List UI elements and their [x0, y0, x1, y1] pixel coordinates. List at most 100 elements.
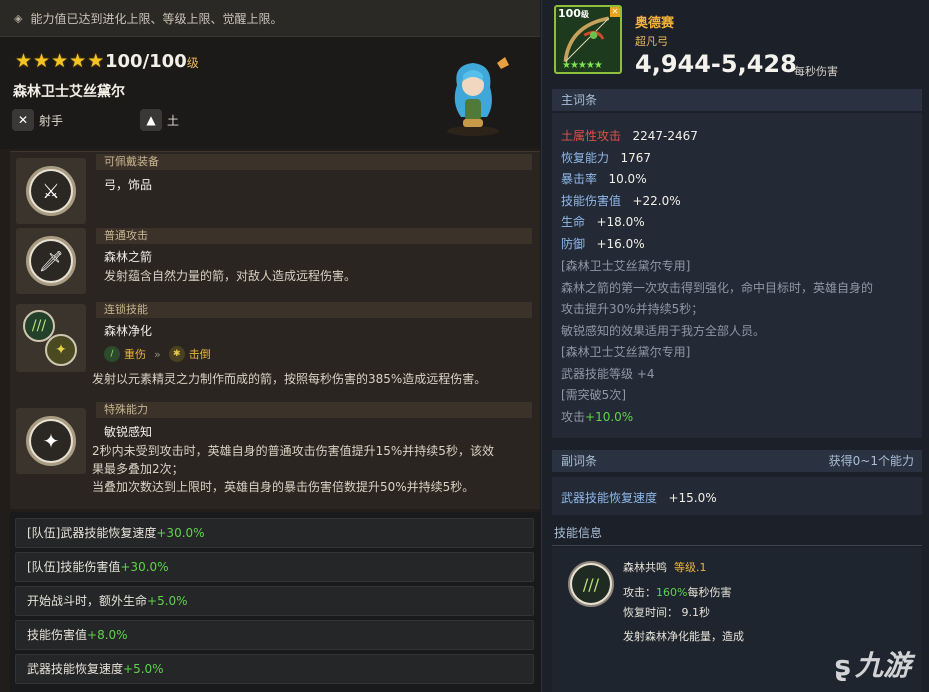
equip-header: 可佩戴装备 — [96, 154, 532, 170]
watermark-logo: ʂ 九游 — [834, 649, 911, 682]
special-circle: ✦ — [26, 416, 76, 466]
bonus-value: +30.0% — [120, 560, 169, 574]
weapon-name: 奥德赛 — [635, 16, 675, 31]
skill-level: 等级.1 — [674, 561, 707, 574]
skills-panel: ⚔ 可佩戴装备 弓，饰品 🗡 普通攻击 森林之箭 发射蕴含自然力量的箭，对敌人造… — [10, 151, 540, 509]
weapon-skill-level: 武器技能等级 +4 — [561, 367, 655, 381]
stat-label: 生命 — [561, 215, 586, 229]
stat-label: 防御 — [561, 237, 586, 251]
diamond-icon: ◈ — [14, 11, 23, 25]
chain-from-label: 重伤 — [124, 348, 146, 361]
knockdown-icon: ✱ — [168, 346, 185, 362]
weapon-panel: 100级 ✕ ★★★★★ 奥德赛 超凡弓 4,944-5,428 每秒伤害 主词… — [541, 0, 929, 692]
bonus-item: 开始战斗时，额外生命+5.0% — [15, 586, 534, 616]
stat-label: 武器技能恢复速度 — [561, 491, 658, 505]
equip-circle: ⚔ — [26, 166, 76, 216]
exclusive-tag-1: [森林卫士艾丝黛尔专用] — [561, 259, 691, 273]
bonus-item: 武器技能恢复速度+5.0% — [15, 654, 534, 684]
stat-hp: 生命 +18.0% — [561, 213, 645, 230]
stat-label: 技能伤害值 — [561, 194, 622, 208]
weapon-rarity: 超凡弓 — [635, 35, 668, 48]
hero-header: ★ ★ ★ ★ ★ 100/100级 森林卫士艾丝黛尔 ✕ 射手 ▲ 土 — [0, 37, 540, 149]
skill-atk-pct: 160% — [656, 586, 688, 599]
hero-portrait — [447, 57, 509, 136]
hero-element-label: 土 — [167, 113, 180, 128]
equip-icon-box: ⚔ — [16, 158, 86, 224]
skill-info-header: 技能信息 — [552, 522, 922, 546]
main-stats-header: 主词条 — [552, 89, 922, 111]
bonus-item: 技能伤害值+8.0% — [15, 620, 534, 650]
stat-crit: 暴击率 10.0% — [561, 170, 647, 187]
burst-icon: ✦ — [45, 334, 77, 366]
bonus-value: +8.0% — [87, 628, 128, 642]
hero-element: ▲ 土 — [140, 109, 179, 131]
limit-notice-text: 能力值已达到进化上限、等级上限、觉醒上限。 — [30, 11, 283, 26]
special-ability-title: 敏锐感知 — [104, 425, 153, 439]
star-icon: ★ — [15, 50, 33, 72]
skill-atk-line: 攻击：160%每秒伤害 — [623, 584, 731, 600]
hero-role: ✕ 射手 — [12, 109, 63, 131]
bonus-label: [队伍]武器技能恢复速度 — [27, 526, 157, 540]
skill-atk-prefix: 攻击： — [623, 586, 656, 599]
exclusive-desc-2: 攻击提升30%并持续5秒； — [561, 302, 704, 316]
normal-attack-circle: 🗡 — [26, 236, 76, 286]
sword-icon: 🗡 — [31, 241, 71, 281]
weapon-dps: 4,944-5,428 — [635, 50, 797, 78]
bonus-item: [队伍]武器技能恢复速度+30.0% — [15, 518, 534, 548]
main-stats-section: 主词条 — [552, 89, 922, 111]
chain-skill-header: 连锁技能 — [96, 302, 532, 318]
sword-shield-icon: ⚔ — [31, 171, 71, 211]
sub-stats-body: 武器技能恢复速度 +15.0% — [552, 477, 922, 515]
bonus-value: +30.0% — [156, 526, 205, 540]
chain-condition: / 重伤 » ✱ 击倒 — [104, 346, 219, 362]
stat-label: 土属性攻击 — [561, 129, 622, 143]
stat-atk: 攻击+10.0% — [561, 408, 633, 425]
special-ability-desc-1: 2秒内未受到攻击时，英雄自身的普通攻击伤害值提升15%并持续5秒，该效 — [92, 444, 494, 458]
star-icon: ★ — [33, 50, 51, 72]
stat-recovery: 恢复能力 1767 — [561, 149, 651, 166]
star-icon: ★ — [87, 50, 105, 72]
stat-label: 攻击 — [561, 410, 586, 424]
stat-value: +10.0% — [585, 410, 634, 424]
stat-earth-atk: 土属性攻击 2247-2467 — [561, 127, 698, 144]
sub-stats-section: 副词条 获得0~1个能力 — [552, 450, 922, 472]
bonus-item: [队伍]技能伤害值+30.0% — [15, 552, 534, 582]
stat-value: 2247-2467 — [632, 129, 698, 143]
exclusive-desc-3: 敏锐感知的效果适用于我方全部人员。 — [561, 324, 766, 338]
hero-name: 森林卫士艾丝黛尔 — [13, 84, 125, 100]
sub-stat: 武器技能恢复速度 +15.0% — [561, 489, 717, 506]
sub-stats-title: 副词条 — [561, 454, 598, 468]
chain-to-label: 击倒 — [188, 348, 211, 361]
watermark-text: 九游 — [854, 649, 911, 682]
hero-role-label: 射手 — [39, 113, 64, 128]
bonus-value: +5.0% — [147, 594, 188, 608]
chain-skill-icon-box: /// ✦ — [16, 304, 86, 372]
breakthrough-req: [需突破5次] — [561, 388, 626, 402]
stat-def: 防御 +16.0% — [561, 235, 645, 252]
stat-value: 1767 — [620, 151, 652, 165]
hero-level-value: 100/100 — [105, 51, 187, 72]
star-icon: ★ — [51, 50, 69, 72]
chain-icon-group: /// ✦ — [21, 308, 81, 368]
bonus-list: [队伍]武器技能恢复速度+30.0% [队伍]技能伤害值+30.0% 开始战斗时… — [10, 512, 540, 692]
skill-desc: 发射森林净化能量，造成 — [623, 630, 744, 643]
stat-value: +16.0% — [596, 237, 645, 251]
weapon-icon[interactable]: 100级 ✕ ★★★★★ — [554, 5, 622, 74]
earth-element-icon: ▲ — [140, 109, 162, 131]
stat-value: 10.0% — [608, 172, 647, 186]
double-chevron-icon: » — [154, 347, 161, 361]
chain-skill-title: 森林净化 — [104, 324, 153, 338]
special-icon-box: ✦ — [16, 408, 86, 474]
stat-label: 恢复能力 — [561, 151, 610, 165]
chain-skill-desc: 发射以元素精灵之力制作而成的箭，按照每秒伤害的385%造成远程伤害。 — [92, 372, 487, 386]
exclusive-desc-1: 森林之箭的第一次攻击得到强化，命中目标时，英雄自身的 — [561, 281, 874, 295]
limit-notice: ◈ 能力值已达到进化上限、等级上限、觉醒上限。 — [0, 0, 540, 37]
skill-name: 森林共鸣 — [623, 561, 667, 574]
skill-name-line: 森林共鸣 等级.1 — [623, 559, 707, 575]
normal-attack-title: 森林之箭 — [104, 250, 153, 264]
bonus-label: 武器技能恢复速度 — [27, 662, 124, 676]
skill-atk-suffix: 每秒伤害 — [687, 586, 732, 599]
skill-cooldown: 恢复时间： 9.1秒 — [623, 606, 710, 619]
normal-attack-header: 普通攻击 — [96, 228, 532, 244]
hero-level: 100/100级 — [105, 51, 199, 72]
